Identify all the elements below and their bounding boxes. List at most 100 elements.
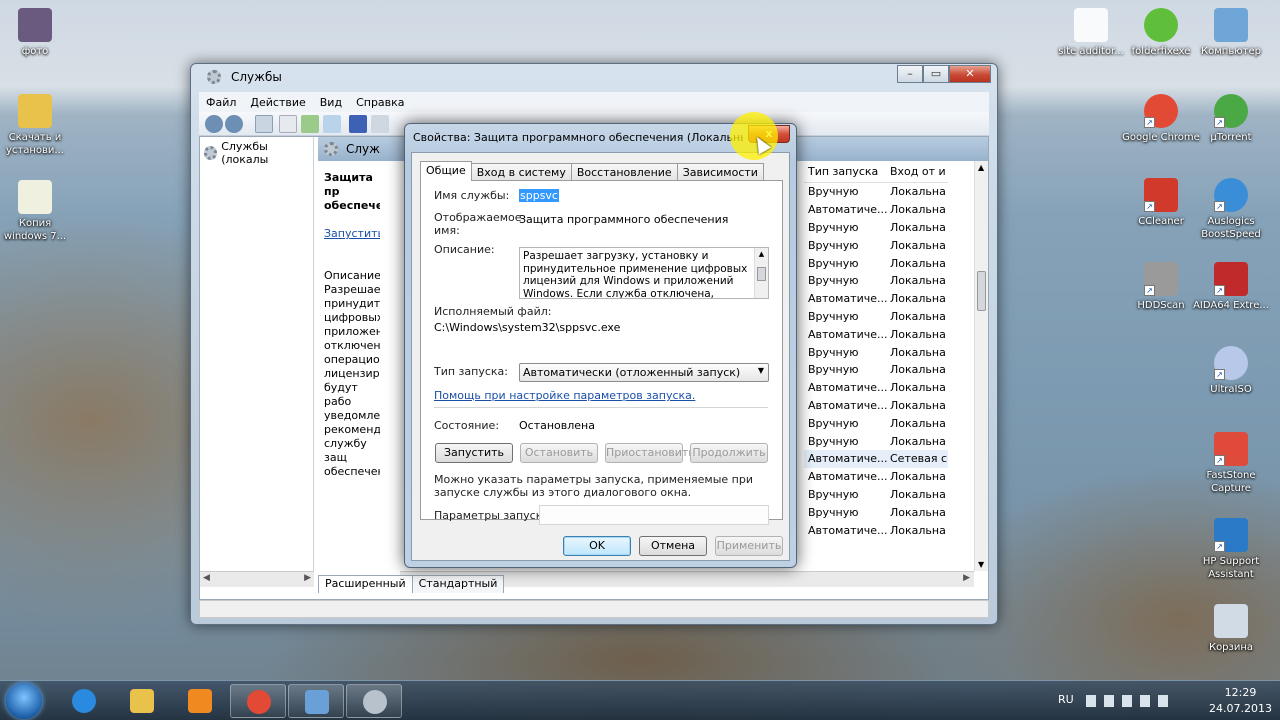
tray-volume-icon[interactable] <box>1158 695 1168 707</box>
startup-type-cell: Автоматиче... <box>808 292 888 306</box>
table-row[interactable]: Вручную Локальна <box>804 343 948 361</box>
desktop-icon-recycle-bin[interactable]: Корзина <box>1192 604 1270 654</box>
menu-view[interactable]: Вид <box>313 96 349 109</box>
resume-button[interactable]: Продолжить <box>690 443 768 463</box>
table-row[interactable]: Автоматиче... Локальна <box>804 397 948 415</box>
table-row[interactable]: Автоматиче... Локальна <box>804 468 948 486</box>
tray-arrow-icon[interactable] <box>1086 695 1096 707</box>
column-header-log-on-as[interactable]: Вход от и <box>890 165 948 178</box>
start-button[interactable]: Запустить <box>435 443 513 463</box>
pause-button[interactable]: Приостановить <box>605 443 695 463</box>
table-row[interactable]: Автоматиче... Локальна <box>804 379 948 397</box>
stop-button[interactable]: Остановить <box>520 443 598 463</box>
tab-log-on[interactable]: Вход в систему <box>470 163 572 181</box>
desktop-icon-boostspeed[interactable]: ↗ Auslogics BoostSpeed <box>1192 178 1270 241</box>
desktop-icon-photo[interactable]: фото <box>0 8 74 58</box>
minimize-button[interactable]: – <box>897 65 923 83</box>
tab-extended[interactable]: Расширенный <box>318 575 413 593</box>
ok-button[interactable]: OK <box>563 536 631 556</box>
desktop-icon-faststone[interactable]: ↗ FastStone Capture <box>1192 432 1270 495</box>
close-button[interactable]: ✕ <box>949 65 991 83</box>
table-row[interactable]: Вручную Локальна <box>804 361 948 379</box>
table-row[interactable]: Вручную Локальна <box>804 308 948 326</box>
ccleaner-icon: ↗ <box>1144 178 1178 212</box>
taskbar-item-ie[interactable] <box>56 684 112 718</box>
state-value: Остановлена <box>519 419 595 432</box>
table-row[interactable]: Автоматиче... Локальна <box>804 521 948 539</box>
properties-icon[interactable] <box>279 115 297 133</box>
taskbar-item-control-panel[interactable] <box>288 684 344 718</box>
desktop-icon-hddscan[interactable]: ↗ HDDScan <box>1122 262 1200 312</box>
export-icon[interactable] <box>323 115 341 133</box>
description-line: цифровых <box>324 311 380 324</box>
clock[interactable]: 12:29 24.07.2013 <box>1209 685 1272 717</box>
scrollbar-thumb[interactable] <box>977 271 986 311</box>
startup-type-select[interactable]: Автоматически (отложенный запуск) ▼ <box>519 363 769 382</box>
desktop-icon-folderfix[interactable]: folderfixexe <box>1122 8 1200 58</box>
tray-app-icon[interactable] <box>1104 695 1114 707</box>
desktop-icon-aida64[interactable]: ↗ AIDA64 Extre... <box>1192 262 1270 312</box>
table-row[interactable]: Автоматиче... Локальна <box>804 290 948 308</box>
tray-network-icon[interactable] <box>1122 695 1132 707</box>
desktop-icon-chrome[interactable]: ↗ Google Chrome <box>1122 94 1200 144</box>
maximize-button[interactable]: ▭ <box>923 65 949 83</box>
menu-help[interactable]: Справка <box>349 96 411 109</box>
start-button[interactable] <box>6 683 42 719</box>
taskbar-item-services[interactable] <box>346 684 402 718</box>
tab-standard[interactable]: Стандартный <box>411 575 505 593</box>
table-row[interactable]: Автоматиче... Сетевая с <box>804 449 948 468</box>
description-box[interactable]: Разрешает загрузку, установку и принудит… <box>519 247 769 299</box>
tab-general[interactable]: Общие <box>420 161 472 181</box>
desktop-icon-ccleaner[interactable]: ↗ CCleaner <box>1122 178 1200 228</box>
start-service-link[interactable]: Запустить <box>324 227 380 241</box>
table-row[interactable]: Автоматиче... Локальна <box>804 325 948 343</box>
description-scrollbar[interactable]: ▲ <box>754 248 768 298</box>
table-row[interactable]: Автоматиче... Локальна <box>804 201 948 219</box>
start-params-input[interactable] <box>539 505 769 525</box>
language-indicator[interactable]: RU <box>1058 693 1074 706</box>
tree-node-services[interactable]: Службы (локалы <box>200 137 313 169</box>
tab-recovery[interactable]: Восстановление <box>570 163 678 181</box>
desktop-icon-ultraiso[interactable]: ↗ UltraISO <box>1192 346 1270 396</box>
console-tree-icon[interactable] <box>255 115 273 133</box>
taskbar-item-chrome[interactable] <box>230 684 286 718</box>
desktop-icon-windows-copy[interactable]: Копия windows 7... <box>0 180 74 243</box>
table-row[interactable]: Вручную Локальна <box>804 219 948 237</box>
table-row[interactable]: Вручную Локальна <box>804 486 948 504</box>
taskbar-item-media-player[interactable] <box>172 684 228 718</box>
display-name-value[interactable]: Защита программного обеспечения <box>519 213 728 226</box>
column-header-startup-type[interactable]: Тип запуска <box>804 165 890 178</box>
desktop-icon-hp-support[interactable]: ↗ HP Support Assistant <box>1192 518 1270 581</box>
refresh-icon[interactable] <box>301 115 319 133</box>
desktop-icon-site-auditor[interactable]: site auditor... <box>1052 8 1130 58</box>
menu-file[interactable]: Файл <box>199 96 243 109</box>
list-vertical-scrollbar[interactable]: ▲ ▼ <box>974 161 988 571</box>
table-row[interactable]: Вручную Локальна <box>804 272 948 290</box>
tree-horizontal-scrollbar[interactable]: ◀ ▶ <box>200 571 314 587</box>
table-row[interactable]: Вручную Локальна <box>804 254 948 272</box>
back-arrow-icon[interactable] <box>205 115 223 133</box>
table-row[interactable]: Вручную Локальна <box>804 183 948 201</box>
desktop-icon-computer[interactable]: Компьютер <box>1192 8 1270 58</box>
help-icon[interactable] <box>349 115 367 133</box>
table-row[interactable]: Вручную Локальна <box>804 414 948 432</box>
desktop-icon-download[interactable]: Скачать и установи... <box>0 94 74 157</box>
service-name-value[interactable]: sppsvc <box>519 189 559 202</box>
table-row[interactable]: Вручную Локальна <box>804 432 948 450</box>
forward-arrow-icon[interactable] <box>225 115 243 133</box>
desktop-icon-utorrent[interactable]: ↗ µTorrent <box>1192 94 1270 144</box>
table-row[interactable]: Вручную Локальна <box>804 236 948 254</box>
control-panel-icon <box>305 690 329 714</box>
cursor-app-icon <box>1074 8 1108 42</box>
cancel-button[interactable]: Отмена <box>639 536 707 556</box>
tab-dependencies[interactable]: Зависимости <box>676 163 764 181</box>
menu-action[interactable]: Действие <box>243 96 312 109</box>
apply-button[interactable]: Применить <box>715 536 783 556</box>
services-title-bar[interactable]: Службы – ▭ ✕ <box>191 64 997 90</box>
view-icon[interactable] <box>371 115 389 133</box>
startup-help-link[interactable]: Помощь при настройке параметров запуска. <box>434 389 695 402</box>
taskbar-item-explorer[interactable] <box>114 684 170 718</box>
table-row[interactable]: Вручную Локальна <box>804 503 948 521</box>
tray-flag-icon[interactable] <box>1140 695 1150 707</box>
log-on-as-cell: Локальна <box>890 523 946 537</box>
